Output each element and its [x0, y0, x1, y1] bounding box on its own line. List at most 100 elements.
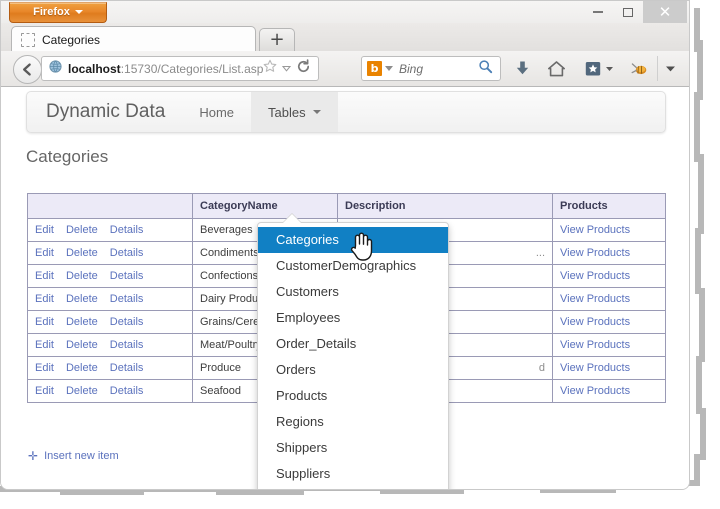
- row-details-link[interactable]: Details: [110, 316, 144, 328]
- row-edit-link[interactable]: Edit: [35, 270, 54, 282]
- cell-products: View Products: [553, 334, 666, 357]
- bing-logo-icon: b: [367, 61, 382, 76]
- row-edit-link[interactable]: Edit: [35, 362, 54, 374]
- row-commands: Edit Delete Details: [28, 265, 193, 288]
- dropdown-arrow-icon: [283, 214, 301, 223]
- row-edit-link[interactable]: Edit: [35, 224, 54, 236]
- downloads-button[interactable]: [509, 56, 535, 81]
- globe-icon: [49, 60, 62, 78]
- maximize-button[interactable]: [613, 1, 643, 23]
- dropdown-item-employees[interactable]: Employees: [258, 305, 448, 331]
- nav-item-home-label: Home: [199, 105, 234, 120]
- row-edit-link[interactable]: Edit: [35, 385, 54, 397]
- search-engine-chevron-icon[interactable]: [385, 66, 393, 71]
- dropdown-item-categories[interactable]: Categories: [258, 227, 448, 253]
- title-bar: Firefox ✕: [1, 1, 689, 23]
- row-details-link[interactable]: Details: [110, 362, 144, 374]
- row-delete-link[interactable]: Delete: [66, 224, 98, 236]
- cell-products: View Products: [553, 380, 666, 403]
- dropdown-item-order_details[interactable]: Order_Details: [258, 331, 448, 357]
- url-path: :15730/Categories/List.aspx: [121, 62, 263, 76]
- dropdown-item-customers[interactable]: Customers: [258, 279, 448, 305]
- row-commands: Edit Delete Details: [28, 288, 193, 311]
- bookmarks-button[interactable]: [579, 56, 619, 81]
- bookmark-star-icon[interactable]: [263, 59, 277, 78]
- view-products-link[interactable]: View Products: [560, 385, 630, 397]
- dropdown-item-customerdemographics[interactable]: CustomerDemographics: [258, 253, 448, 279]
- dropdown-item-shippers[interactable]: Shippers: [258, 435, 448, 461]
- dropdown-item-regions[interactable]: Regions: [258, 409, 448, 435]
- site-brand[interactable]: Dynamic Data: [27, 92, 182, 132]
- search-input[interactable]: Bing: [399, 62, 478, 76]
- cell-products: View Products: [553, 311, 666, 334]
- addon-button[interactable]: [627, 56, 653, 81]
- page-viewport: Dynamic Data Home Tables Categories: [1, 87, 689, 490]
- tab-strip: Categories +: [1, 23, 689, 52]
- new-tab-button[interactable]: +: [259, 28, 295, 53]
- grid-col-description: Description: [338, 194, 553, 219]
- row-edit-link[interactable]: Edit: [35, 316, 54, 328]
- row-details-link[interactable]: Details: [110, 224, 144, 236]
- magnifier-icon[interactable]: [478, 59, 500, 79]
- toolbar-overflow-button[interactable]: [657, 56, 682, 81]
- dropmarker-icon[interactable]: [282, 60, 291, 78]
- row-details-link[interactable]: Details: [110, 385, 144, 397]
- insert-new-item-link[interactable]: ✛ Insert new item: [28, 449, 119, 463]
- row-details-link[interactable]: Details: [110, 293, 144, 305]
- screenshot-root: Firefox ✕ Categories +: [0, 0, 720, 509]
- minimize-button[interactable]: [583, 1, 613, 23]
- dropdown-item-territories[interactable]: Territories: [258, 487, 448, 490]
- row-details-link[interactable]: Details: [110, 247, 144, 259]
- view-products-link[interactable]: View Products: [560, 362, 630, 374]
- cell-products: View Products: [553, 288, 666, 311]
- tab-categories[interactable]: Categories: [11, 26, 256, 52]
- view-products-link[interactable]: View Products: [560, 224, 630, 236]
- row-edit-link[interactable]: Edit: [35, 247, 54, 259]
- reload-icon[interactable]: [296, 59, 311, 79]
- close-button[interactable]: ✕: [643, 1, 687, 23]
- browser-toolbar: localhost:15730/Categories/List.aspx: [1, 51, 689, 87]
- url-bar[interactable]: localhost:15730/Categories/List.aspx: [41, 56, 319, 81]
- dropdown-item-products[interactable]: Products: [258, 383, 448, 409]
- favicon-placeholder-icon: [21, 33, 35, 47]
- view-products-link[interactable]: View Products: [560, 270, 630, 282]
- row-edit-link[interactable]: Edit: [35, 293, 54, 305]
- row-details-link[interactable]: Details: [110, 270, 144, 282]
- dropdown-item-orders[interactable]: Orders: [258, 357, 448, 383]
- nav-item-tables[interactable]: Tables: [251, 92, 338, 132]
- download-arrow-icon: [514, 60, 531, 77]
- home-button[interactable]: [543, 56, 569, 81]
- back-button[interactable]: [13, 55, 42, 84]
- url-bar-icons: [263, 59, 318, 79]
- close-icon: ✕: [659, 5, 672, 20]
- firefox-menu-button[interactable]: Firefox: [9, 2, 107, 23]
- row-delete-link[interactable]: Delete: [66, 247, 98, 259]
- row-edit-link[interactable]: Edit: [35, 339, 54, 351]
- search-bar[interactable]: b Bing: [361, 56, 501, 81]
- row-delete-link[interactable]: Delete: [66, 362, 98, 374]
- view-products-link[interactable]: View Products: [560, 316, 630, 328]
- row-delete-link[interactable]: Delete: [66, 293, 98, 305]
- home-icon: [547, 60, 566, 78]
- row-delete-link[interactable]: Delete: [66, 270, 98, 282]
- row-delete-link[interactable]: Delete: [66, 316, 98, 328]
- row-commands: Edit Delete Details: [28, 334, 193, 357]
- dropdown-item-suppliers[interactable]: Suppliers: [258, 461, 448, 487]
- chevron-down-icon: [313, 110, 321, 114]
- nav-item-home[interactable]: Home: [182, 92, 251, 132]
- view-products-link[interactable]: View Products: [560, 339, 630, 351]
- row-delete-link[interactable]: Delete: [66, 339, 98, 351]
- maximize-icon: [623, 8, 633, 17]
- view-products-link[interactable]: View Products: [560, 293, 630, 305]
- row-commands: Edit Delete Details: [28, 357, 193, 380]
- view-products-link[interactable]: View Products: [560, 247, 630, 259]
- browser-window: Firefox ✕ Categories +: [0, 0, 690, 490]
- row-commands: Edit Delete Details: [28, 380, 193, 403]
- row-delete-link[interactable]: Delete: [66, 385, 98, 397]
- bookmarks-chevron-icon[interactable]: [605, 60, 614, 78]
- cell-products: View Products: [553, 219, 666, 242]
- firefox-menu-label: Firefox: [33, 6, 70, 18]
- nav-item-tables-label: Tables: [268, 105, 306, 120]
- row-details-link[interactable]: Details: [110, 339, 144, 351]
- url-text: localhost:15730/Categories/List.aspx: [68, 62, 263, 76]
